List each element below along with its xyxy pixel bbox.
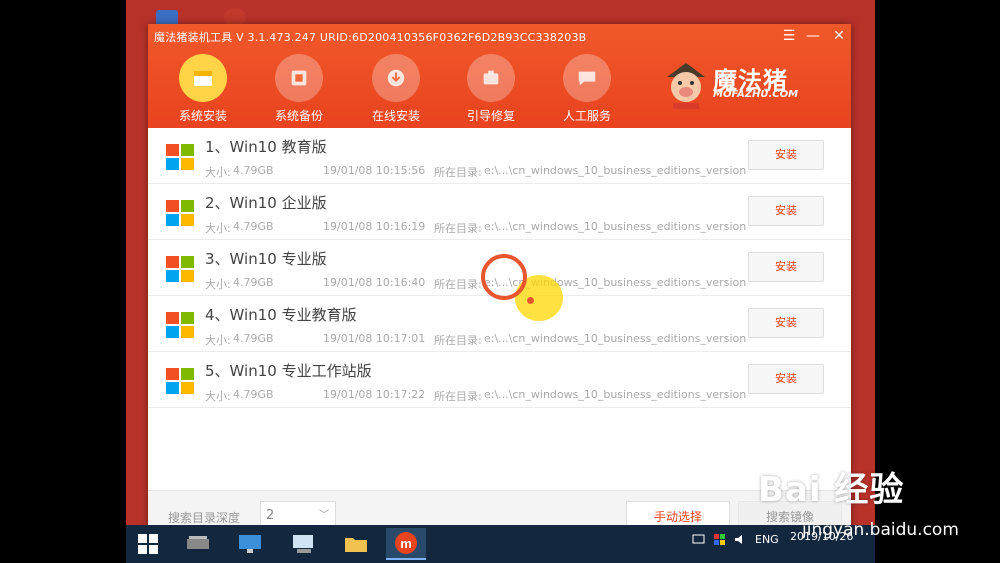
hamburger-menu-icon[interactable]: ☰ — [780, 27, 798, 45]
windows-logo-icon — [166, 256, 194, 282]
color-tray-icon[interactable] — [713, 533, 726, 546]
install-button[interactable]: 安装 — [748, 364, 824, 394]
item-size: 4.79GB — [233, 332, 274, 345]
path-label: 所在目录: — [434, 390, 482, 403]
path-label: 所在目录: — [434, 278, 482, 291]
nav-system-backup[interactable]: 系统备份 — [259, 54, 339, 124]
path-label: 所在目录: — [434, 334, 482, 347]
header: 魔法猪装机工具 V 3.1.473.247 URID:6D200410356F0… — [148, 24, 851, 128]
svg-text:m: m — [400, 536, 412, 551]
baidu-watermark: Bai 经验 jingyan.baidu.com — [758, 462, 959, 540]
size-label: 大小: — [205, 334, 231, 347]
start-button[interactable] — [128, 528, 168, 560]
path-label: 所在目录: — [434, 166, 482, 179]
windows-logo-icon — [166, 312, 194, 338]
windows-logo-icon — [166, 144, 194, 170]
computer-icon — [293, 535, 313, 553]
online-install-icon — [372, 54, 420, 102]
chat-service-icon — [563, 54, 611, 102]
nav-boot-repair[interactable]: 引导修复 — [451, 54, 531, 124]
item-size: 4.79GB — [233, 276, 274, 289]
chip-icon — [187, 536, 209, 549]
item-date: 19/01/08 10:16:40 — [323, 276, 426, 289]
taskbar-app-computer[interactable] — [284, 528, 324, 560]
size-label: 大小: — [205, 390, 231, 403]
taskbar-app-chip[interactable] — [178, 528, 218, 560]
item-title: 3、Win10 专业版 — [205, 250, 327, 268]
item-title: 2、Win10 企业版 — [205, 194, 327, 212]
item-size: 4.79GB — [233, 220, 274, 233]
item-path: e:\...\cn_windows_10_business_editions_v… — [484, 220, 747, 233]
system-tray: ENG — [692, 533, 779, 546]
nav-online-install[interactable]: 在线安装 — [356, 54, 436, 124]
click-core — [527, 297, 534, 304]
taskbar-app-monitor[interactable] — [230, 528, 270, 560]
taskbar-app-mofazhu[interactable]: m — [386, 528, 426, 560]
brand-logo: 魔法猪 MOFAZHU.COM — [663, 59, 813, 109]
taskbar: m ENG 2019/10/26 — [126, 525, 875, 563]
close-icon[interactable]: ✕ — [830, 27, 848, 45]
nav-label: 系统备份 — [274, 109, 323, 123]
item-title: 5、Win10 专业工作站版 — [205, 362, 372, 380]
watermark-main: Bai 经验 — [758, 470, 905, 510]
language-indicator[interactable]: ENG — [755, 533, 779, 546]
screen-tray-icon[interactable] — [692, 533, 705, 546]
window-title: 魔法猪装机工具 V 3.1.473.247 URID:6D200410356F0… — [154, 31, 587, 44]
folder-icon — [345, 538, 367, 552]
depth-value: 2 — [266, 508, 275, 523]
item-size: 4.79GB — [233, 388, 274, 401]
nav-label: 在线安装 — [371, 109, 420, 123]
list-item[interactable]: 1、Win10 教育版 大小: 4.79GB 19/01/08 10:15:56… — [148, 128, 851, 184]
nav-label: 引导修复 — [466, 109, 515, 123]
item-date: 19/01/08 10:15:56 — [323, 164, 426, 177]
list-item[interactable]: 4、Win10 专业教育版 大小: 4.79GB 19/01/08 10:17:… — [148, 296, 851, 352]
nav-label: 系统安装 — [178, 109, 227, 123]
boot-repair-icon — [467, 54, 515, 102]
minimize-icon[interactable]: — — [804, 27, 822, 45]
nav-chat-service[interactable]: 人工服务 — [547, 54, 627, 124]
item-title: 1、Win10 教育版 — [205, 138, 327, 156]
item-date: 19/01/08 10:17:22 — [323, 388, 426, 401]
path-label: 所在目录: — [434, 222, 482, 235]
volume-icon[interactable] — [734, 533, 747, 546]
item-title: 4、Win10 专业教育版 — [205, 306, 357, 324]
item-path: e:\...\cn_windows_10_business_editions_v… — [484, 164, 747, 177]
taskbar-app-folder[interactable] — [336, 528, 376, 560]
install-button[interactable]: 安装 — [748, 140, 824, 170]
item-size: 4.79GB — [233, 164, 274, 177]
nav-label: 人工服务 — [562, 109, 611, 123]
click-ring — [481, 254, 527, 300]
size-label: 大小: — [205, 222, 231, 235]
item-path: e:\...\cn_windows_10_business_editions_v… — [484, 388, 747, 401]
backup-icon — [275, 54, 323, 102]
windows-logo-icon — [166, 368, 194, 394]
watermark-url: jingyan.baidu.com — [802, 520, 959, 540]
install-button[interactable]: 安装 — [748, 196, 824, 226]
monitor-icon — [239, 535, 261, 553]
list-item[interactable]: 2、Win10 企业版 大小: 4.79GB 19/01/08 10:16:19… — [148, 184, 851, 240]
pig-mascot-icon — [667, 63, 705, 109]
windows-start-icon — [138, 534, 158, 554]
system-install-icon — [179, 54, 227, 102]
brand-url: MOFAZHU.COM — [713, 89, 799, 100]
size-label: 大小: — [205, 166, 231, 179]
nav-system-install[interactable]: 系统安装 — [163, 54, 243, 124]
windows-logo-icon — [166, 200, 194, 226]
list-item[interactable]: 5、Win10 专业工作站版 大小: 4.79GB 19/01/08 10:17… — [148, 352, 851, 408]
item-path: e:\...\cn_windows_10_business_editions_v… — [484, 332, 747, 345]
mofazhu-app-icon: m — [395, 532, 417, 554]
size-label: 大小: — [205, 278, 231, 291]
install-button[interactable]: 安装 — [748, 308, 824, 338]
install-button[interactable]: 安装 — [748, 252, 824, 282]
depth-label: 搜索目录深度 — [168, 511, 241, 525]
item-date: 19/01/08 10:17:01 — [323, 332, 426, 345]
item-date: 19/01/08 10:16:19 — [323, 220, 426, 233]
